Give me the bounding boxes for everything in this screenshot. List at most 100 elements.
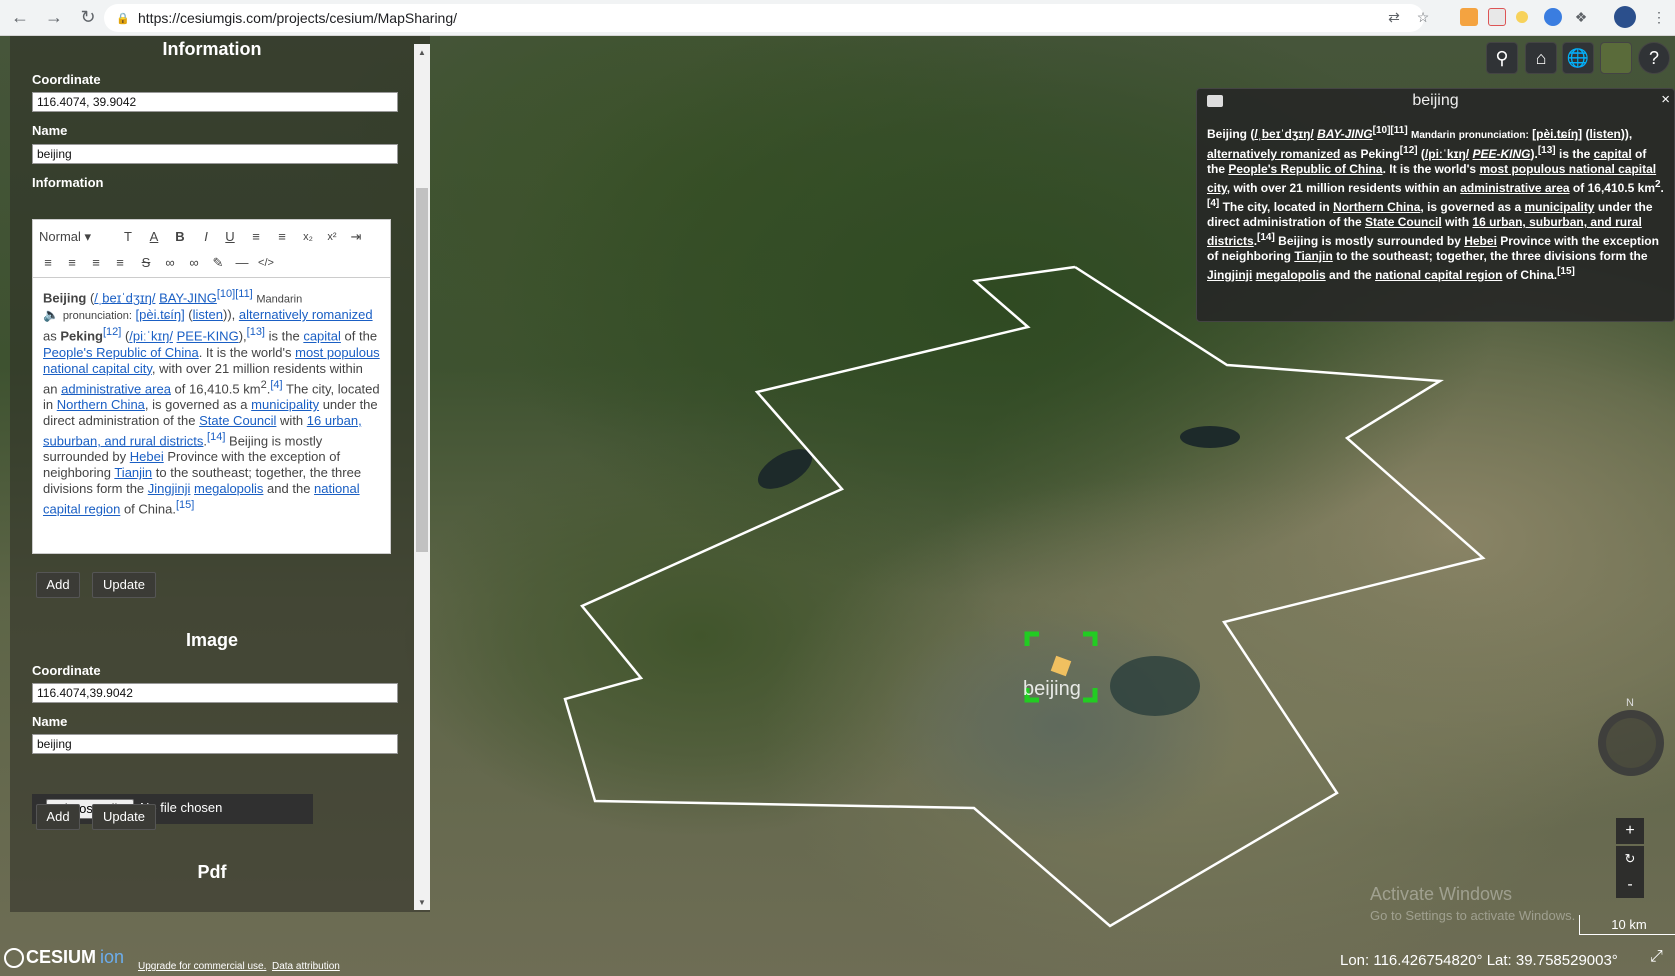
zoom-reset-button[interactable]: ↻ (1616, 846, 1644, 872)
indent-icon[interactable]: ⇥ (347, 228, 365, 246)
format-select[interactable]: Normal ▾ (39, 228, 109, 246)
address-bar[interactable]: 🔒 https://cesiumgis.com/projects/cesium/… (104, 4, 1424, 32)
info-link-pron2[interactable]: /piːˈkɪŋ/ (1425, 147, 1469, 161)
info-link-listen[interactable]: listen (1589, 127, 1620, 141)
ref-14[interactable]: [14] (207, 431, 225, 443)
home-icon[interactable]: ⌂ (1525, 42, 1557, 74)
close-icon[interactable]: × (1661, 91, 1670, 108)
align-left-alt-icon[interactable]: ≡ (63, 254, 81, 272)
panel-scrollbar-thumb[interactable] (416, 188, 428, 552)
horizontal-rule-icon[interactable]: — (233, 254, 251, 272)
editor-content[interactable]: Beijing (/ˌbeɪˈdʒɪŋ/ BAY-JING[10][11] Ma… (33, 278, 390, 526)
upgrade-link[interactable]: Upgrade for commercial use. (138, 961, 266, 972)
info-link-national-capital-region[interactable]: national capital region (1375, 268, 1502, 282)
info-ref-10-11[interactable]: [10][11] (1373, 125, 1408, 136)
link-listen[interactable]: listen (193, 307, 223, 322)
ref-10-11[interactable]: [10][11] (217, 288, 253, 300)
ref-15[interactable]: [15] (176, 499, 194, 511)
image-coordinate-input[interactable]: 116.4074,39.9042 (32, 683, 398, 703)
info-link-megalopolis[interactable]: megalopolis (1256, 268, 1326, 282)
browser-menu-icon[interactable]: ⋮ (1648, 6, 1670, 28)
extensions-puzzle-icon[interactable]: ❖ (1570, 6, 1592, 28)
add-button[interactable]: Add (36, 572, 80, 598)
clear-format-icon[interactable]: ✎ (209, 254, 227, 272)
image-add-button[interactable]: Add (36, 804, 80, 830)
help-icon[interactable]: ? (1638, 42, 1670, 74)
font-color-icon[interactable]: A (145, 228, 163, 246)
profile-avatar[interactable] (1614, 6, 1636, 28)
link-bayjing[interactable]: BAY-JING (159, 290, 217, 305)
link-pinyin[interactable]: [pèi.tɕíŋ] (136, 307, 185, 322)
link-state-council[interactable]: State Council (199, 413, 276, 428)
info-link-hebei[interactable]: Hebei (1464, 234, 1497, 248)
extension-icon-2[interactable] (1488, 8, 1506, 26)
link-hebei[interactable]: Hebei (130, 449, 164, 464)
ref-4[interactable]: [4] (270, 379, 282, 391)
globe-icon[interactable]: 🌐 (1562, 42, 1594, 74)
scroll-down-icon[interactable]: ▼ (414, 896, 430, 910)
forward-icon[interactable]: → (40, 4, 68, 32)
fullscreen-icon[interactable]: ⤢ (1650, 948, 1672, 970)
info-link-jingjinji[interactable]: Jingjinji (1207, 268, 1252, 282)
data-attribution-link[interactable]: Data attribution (272, 961, 340, 972)
cesium-ion-logo[interactable]: CESIUM ion (4, 947, 124, 968)
info-ref-4[interactable]: [4] (1207, 198, 1219, 209)
italic-icon[interactable]: I (197, 228, 215, 246)
info-ref-12[interactable]: [12] (1400, 145, 1418, 156)
link-municipality[interactable]: municipality (251, 397, 319, 412)
info-link-admin-area[interactable]: administrative area (1460, 181, 1569, 195)
info-link-prc[interactable]: People's Republic of China (1228, 162, 1382, 176)
bold-icon[interactable]: B (171, 228, 189, 246)
camera-icon[interactable] (1207, 95, 1223, 107)
info-link-tianjin[interactable]: Tianjin (1294, 249, 1332, 263)
align-center-icon[interactable]: ≡ (87, 254, 105, 272)
ref-12[interactable]: [12] (103, 326, 121, 338)
image-name-input[interactable]: beijing (32, 734, 398, 754)
bookmark-star-icon[interactable]: ☆ (1412, 6, 1434, 28)
link-admin-area[interactable]: administrative area (61, 381, 171, 396)
info-link-municipality[interactable]: municipality (1524, 200, 1594, 214)
subscript-icon[interactable]: x₂ (299, 228, 317, 246)
translate-icon[interactable]: ⇄ (1383, 6, 1405, 28)
compass-icon[interactable] (1598, 710, 1664, 776)
extension-icon-4[interactable] (1544, 8, 1562, 26)
info-link-capital[interactable]: capital (1594, 147, 1632, 161)
search-icon[interactable]: ⚲ (1486, 42, 1518, 74)
reload-icon[interactable]: ↻ (74, 4, 102, 32)
underline-icon[interactable]: U (221, 228, 239, 246)
info-link-peeking[interactable]: PEE-KING (1472, 147, 1530, 161)
info-link-pronunciation[interactable]: /ˌbeɪˈdʒɪŋ/ (1254, 127, 1313, 141)
image-update-button[interactable]: Update (92, 804, 156, 830)
scroll-up-icon[interactable]: ▲ (414, 46, 430, 60)
unlink-icon[interactable]: ∞ (185, 254, 203, 272)
link-prc[interactable]: People's Republic of China (43, 345, 199, 360)
link-alt-romanized[interactable]: alternatively romanized (239, 307, 373, 322)
link-megalopolis[interactable]: megalopolis (194, 481, 263, 496)
strikethrough-icon[interactable]: S (137, 254, 155, 272)
superscript-icon[interactable]: x² (323, 228, 341, 246)
extension-icon-3[interactable] (1516, 11, 1528, 23)
link-pronunciation[interactable]: /ˌbeɪˈdʒɪŋ/ (94, 290, 155, 305)
align-right-icon[interactable]: ≡ (111, 254, 129, 272)
coordinate-input[interactable]: 116.4074, 39.9042 (32, 92, 398, 112)
rich-text-editor[interactable]: Normal ▾ T A B I U ≡ ≡ x₂ x² ⇥ ≡ ≡ ≡ ≡ S… (32, 219, 391, 554)
zoom-in-button[interactable]: + (1616, 818, 1644, 844)
info-link-pinyin[interactable]: [pèi.tɕíŋ] (1532, 127, 1582, 141)
ref-13[interactable]: [13] (247, 326, 265, 338)
code-view-icon[interactable]: </> (257, 254, 275, 272)
bullet-list-icon[interactable]: ≡ (273, 228, 291, 246)
link-tianjin[interactable]: Tianjin (114, 465, 152, 480)
link-jingjinji[interactable]: Jingjinji (148, 481, 191, 496)
link-northern-china[interactable]: Northern China (57, 397, 145, 412)
link-capital[interactable]: capital (303, 329, 341, 344)
zoom-out-button[interactable]: - (1616, 872, 1644, 898)
name-input[interactable]: beijing (32, 144, 398, 164)
info-ref-13[interactable]: [13] (1538, 145, 1556, 156)
link-icon[interactable]: ∞ (161, 254, 179, 272)
info-ref-14[interactable]: [14] (1257, 232, 1275, 243)
speaker-icon[interactable]: 🔈 (43, 307, 59, 322)
info-ref-15[interactable]: [15] (1557, 266, 1575, 277)
link-pron2[interactable]: /piːˈkɪŋ/ (129, 329, 173, 344)
update-button[interactable]: Update (92, 572, 156, 598)
extension-icon-1[interactable] (1460, 8, 1478, 26)
